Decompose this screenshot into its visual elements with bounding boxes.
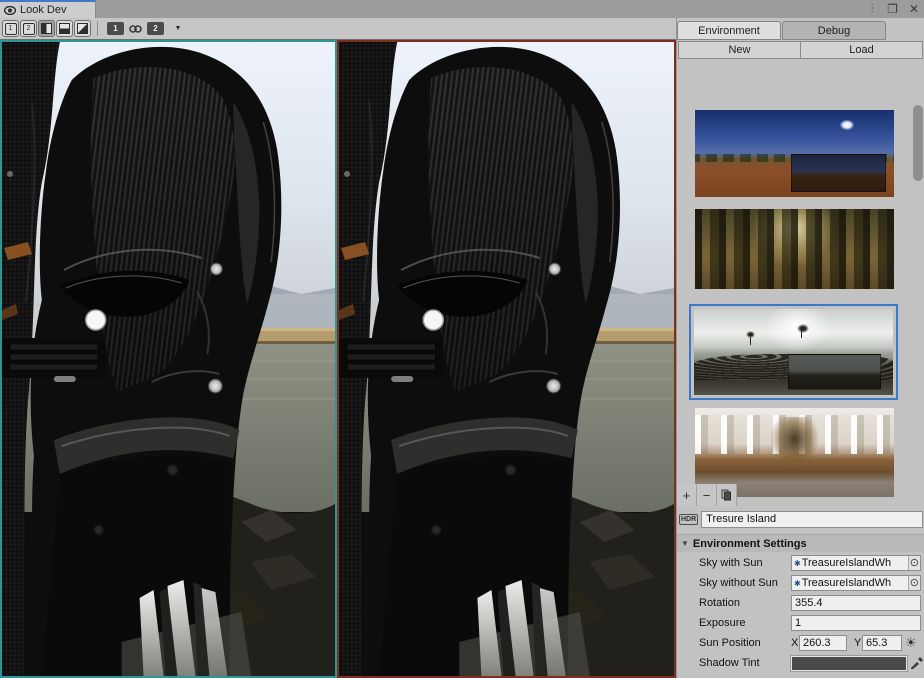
- link-cameras-button[interactable]: [129, 24, 142, 34]
- add-hdri-button[interactable]: +: [677, 484, 697, 506]
- hdri-list-scrollbar[interactable]: [913, 105, 923, 181]
- shadow-tint-color-swatch[interactable]: [791, 656, 907, 671]
- exposure-row: Exposure: [677, 615, 924, 631]
- load-button[interactable]: Load: [800, 41, 923, 59]
- toolbar-separator: [97, 21, 98, 36]
- window-title: Look Dev: [20, 4, 66, 16]
- single-view-2-button[interactable]: 2: [20, 20, 37, 37]
- foldout-arrow-icon: ▼: [681, 539, 689, 548]
- tab-environment[interactable]: Environment: [677, 21, 781, 40]
- exposure-field[interactable]: [791, 615, 921, 631]
- sky-without-sun-row: Sky without Sun ✱ TreasureIslandWh ⊙: [677, 575, 924, 591]
- hdri-thumbnail-forest[interactable]: [695, 209, 894, 289]
- zone-view-button[interactable]: [74, 20, 91, 37]
- x-axis-label: X: [791, 637, 798, 649]
- window-tab-look-dev[interactable]: Look Dev: [0, 0, 96, 18]
- vertical-split-icon: [41, 23, 52, 34]
- camera-1-button[interactable]: 1: [107, 22, 124, 35]
- rotation-row: Rotation: [677, 595, 924, 611]
- hdri-thumbnail-treasure-island-selected[interactable]: [689, 304, 898, 400]
- single-view-1-button[interactable]: 1: [2, 20, 19, 37]
- titlebar: Look Dev ⋮ ❐ ✕: [0, 0, 924, 18]
- look-dev-eye-icon: [4, 6, 16, 15]
- palm-tree: [797, 324, 809, 333]
- sky-without-sun-object-field[interactable]: ✱ TreasureIslandWh ⊙: [791, 575, 921, 591]
- diagonal-split-icon: [77, 23, 88, 34]
- duplicate-hdri-button[interactable]: [717, 484, 737, 506]
- render-view-2[interactable]: [337, 40, 676, 678]
- hdri-thumbnail-sunny-outback[interactable]: [695, 110, 894, 197]
- hdri-list: [677, 60, 924, 506]
- render-viewport: [0, 40, 676, 678]
- look-dev-window: Look Dev ⋮ ❐ ✕ 1 2: [0, 0, 924, 678]
- sun-glow: [840, 120, 854, 130]
- sky-with-sun-row: Sky with Sun ✱ TreasureIslandWh ⊙: [677, 555, 924, 571]
- hdr-name-field[interactable]: [701, 511, 923, 528]
- cubemap-asset-icon: ✱: [794, 579, 801, 588]
- chain-link-icon: [129, 24, 142, 34]
- environment-settings-section: ▼ Environment Settings Sky with Sun ✱ Tr…: [677, 534, 924, 678]
- cubemap-asset-icon: ✱: [794, 559, 801, 568]
- side-by-side-view-button[interactable]: [38, 20, 55, 37]
- sky-with-sun-object-field[interactable]: ✱ TreasureIslandWh ⊙: [791, 555, 921, 571]
- shadow-tint-row: Shadow Tint: [677, 655, 924, 671]
- sun-position-y-field[interactable]: [862, 635, 902, 651]
- window-menu-icon[interactable]: ⋮: [867, 4, 876, 14]
- close-icon[interactable]: ✕: [909, 3, 919, 15]
- y-axis-label: Y: [854, 637, 861, 649]
- sun-position-x-field[interactable]: [799, 635, 847, 651]
- rotation-field[interactable]: [791, 595, 921, 611]
- tab-debug[interactable]: Debug: [782, 21, 886, 40]
- horizontal-split-icon: [59, 23, 70, 34]
- object-picker-icon[interactable]: ⊙: [908, 556, 920, 570]
- object-picker-icon[interactable]: ⊙: [908, 576, 920, 590]
- environment-settings-header[interactable]: ▼ Environment Settings: [677, 534, 924, 552]
- hdr-name-row: HDR: [679, 510, 923, 528]
- render-view-1[interactable]: [0, 40, 337, 678]
- duplicate-icon: [721, 489, 732, 501]
- maximize-icon[interactable]: ❐: [887, 3, 898, 15]
- new-button[interactable]: New: [678, 41, 801, 59]
- sun-position-picker-icon[interactable]: ☀: [905, 635, 917, 651]
- hdri-inset-preview: [788, 354, 882, 390]
- camera-2-button[interactable]: 2: [147, 22, 164, 35]
- sun-position-row: Sun Position X Y ☀: [677, 635, 924, 651]
- split-view-button[interactable]: [56, 20, 73, 37]
- hdri-list-toolbar: + −: [677, 484, 737, 506]
- camera-options-dropdown[interactable]: ▼: [171, 25, 185, 32]
- environment-panel: Environment Debug New Load: [676, 18, 924, 678]
- eyedropper-icon[interactable]: [910, 656, 923, 669]
- remove-hdri-button[interactable]: −: [697, 484, 717, 506]
- lookdev-toolbar: 1 2 1: [0, 18, 676, 40]
- hdri-inset-preview: [791, 154, 887, 193]
- hdr-badge: HDR: [679, 514, 698, 525]
- palm-tree: [746, 331, 755, 338]
